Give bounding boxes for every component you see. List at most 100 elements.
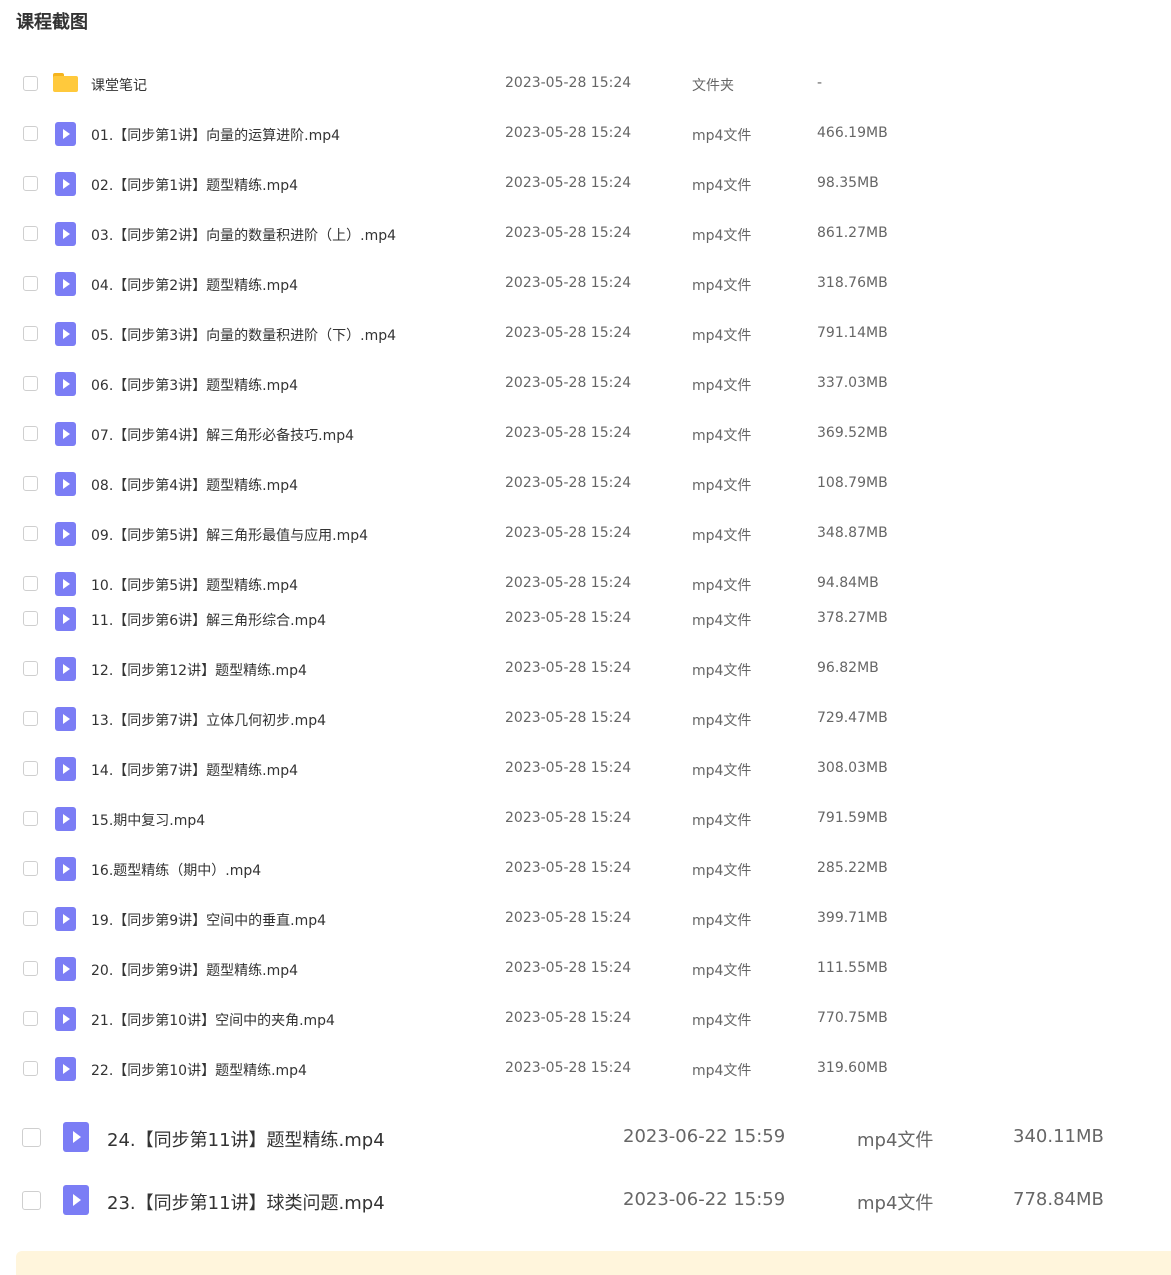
row-checkbox[interactable] [23, 661, 38, 676]
video-file-icon [53, 322, 78, 346]
file-date: 2023-05-28 15:24 [505, 375, 632, 391]
file-row[interactable]: 16.题型精练（期中）.mp4 2023-05-28 15:24 mp4文件 285.… [0, 849, 1171, 889]
file-row[interactable]: 05.【同步第3讲】向量的数量积进阶（下）.mp4 2023-05-28 15:2… [0, 314, 1171, 354]
row-checkbox[interactable] [22, 1191, 41, 1210]
file-size: 369.52MB [817, 425, 888, 441]
file-date: 2023-05-28 15:24 [505, 75, 632, 91]
file-name[interactable]: 08.【同步第4讲】题型精练.mp4 [91, 475, 298, 495]
row-checkbox[interactable] [23, 276, 38, 291]
file-name[interactable]: 01.【同步第1讲】向量的运算进阶.mp4 [91, 125, 340, 145]
file-name[interactable]: 07.【同步第4讲】解三角形必备技巧.mp4 [91, 425, 354, 445]
file-name[interactable]: 15.期中复习.mp4 [91, 810, 205, 830]
row-checkbox[interactable] [23, 861, 38, 876]
row-checkbox[interactable] [23, 526, 38, 541]
file-name[interactable]: 03.【同步第2讲】向量的数量积进阶（上）.mp4 [91, 225, 396, 245]
row-checkbox[interactable] [23, 326, 38, 341]
file-name[interactable]: 课堂笔记 [91, 75, 147, 95]
file-date: 2023-05-28 15:24 [505, 610, 632, 626]
file-name[interactable]: 16.题型精练（期中）.mp4 [91, 860, 261, 880]
row-checkbox[interactable] [23, 961, 38, 976]
file-row[interactable]: 21.【同步第10讲】空间中的夹角.mp4 2023-05-28 15:24 mp4… [0, 999, 1171, 1039]
row-checkbox[interactable] [23, 426, 38, 441]
file-name[interactable]: 13.【同步第7讲】立体几何初步.mp4 [91, 710, 326, 730]
row-checkbox[interactable] [23, 576, 38, 591]
file-row[interactable]: 02.【同步第1讲】题型精练.mp4 2023-05-28 15:24 mp4文件 9… [0, 164, 1171, 204]
file-name[interactable]: 21.【同步第10讲】空间中的夹角.mp4 [91, 1010, 335, 1030]
file-row[interactable]: 14.【同步第7讲】题型精练.mp4 2023-05-28 15:24 mp4文件 3… [0, 749, 1171, 789]
file-date: 2023-05-28 15:24 [505, 960, 632, 976]
page-title: 课程截图 [16, 12, 88, 33]
file-type: mp4文件 [857, 1193, 934, 1214]
video-file-icon [53, 272, 78, 296]
file-type: mp4文件 [692, 578, 752, 594]
file-name[interactable]: 05.【同步第3讲】向量的数量积进阶（下）.mp4 [91, 325, 396, 345]
video-file-icon [53, 857, 78, 881]
row-checkbox[interactable] [23, 76, 38, 91]
row-checkbox[interactable] [23, 911, 38, 926]
row-checkbox[interactable] [23, 1011, 38, 1026]
file-name[interactable]: 11.【同步第6讲】解三角形综合.mp4 [91, 610, 326, 630]
row-checkbox[interactable] [23, 176, 38, 191]
file-type: mp4文件 [692, 713, 752, 729]
file-row[interactable]: 20.【同步第9讲】题型精练.mp4 2023-05-28 15:24 mp4文件 1… [0, 949, 1171, 989]
file-type: mp4文件 [692, 328, 752, 344]
file-name[interactable]: 19.【同步第9讲】空间中的垂直.mp4 [91, 910, 326, 930]
file-type: mp4文件 [692, 528, 752, 544]
file-date: 2023-05-28 15:24 [505, 175, 632, 191]
file-row[interactable]: 04.【同步第2讲】题型精练.mp4 2023-05-28 15:24 mp4文件 3… [0, 264, 1171, 304]
file-row[interactable]: 24.【同步第11讲】题型精练.mp4 2023-06-22 15:59 mp4文件… [0, 1112, 1171, 1162]
file-name[interactable]: 23.【同步第11讲】球类问题.mp4 [107, 1189, 385, 1215]
video-file-icon [53, 757, 78, 781]
row-checkbox[interactable] [23, 761, 38, 776]
file-row[interactable]: 15.期中复习.mp4 2023-05-28 15:24 mp4文件 791.59MB [0, 799, 1171, 839]
file-name[interactable]: 10.【同步第5讲】题型精练.mp4 [91, 575, 298, 595]
file-date: 2023-05-28 15:24 [505, 760, 632, 776]
file-row[interactable]: 11.【同步第6讲】解三角形综合.mp4 2023-05-28 15:24 mp4文… [0, 599, 1171, 639]
row-checkbox[interactable] [23, 811, 38, 826]
file-date: 2023-05-28 15:24 [505, 1010, 632, 1026]
file-row[interactable]: 08.【同步第4讲】题型精练.mp4 2023-05-28 15:24 mp4文件 1… [0, 464, 1171, 504]
video-file-icon [53, 707, 78, 731]
file-name[interactable]: 20.【同步第9讲】题型精练.mp4 [91, 960, 298, 980]
file-name[interactable]: 04.【同步第2讲】题型精练.mp4 [91, 275, 298, 295]
row-checkbox[interactable] [22, 1128, 41, 1147]
row-checkbox[interactable] [23, 376, 38, 391]
row-checkbox[interactable] [23, 126, 38, 141]
video-file-icon [53, 422, 78, 446]
file-row[interactable]: 03.【同步第2讲】向量的数量积进阶（上）.mp4 2023-05-28 15:2… [0, 214, 1171, 254]
file-name[interactable]: 24.【同步第11讲】题型精练.mp4 [107, 1126, 385, 1152]
file-row[interactable]: 10.【同步第5讲】题型精练.mp4 2023-05-28 15:24 mp4文件 9… [0, 564, 1171, 604]
row-checkbox[interactable] [23, 711, 38, 726]
row-checkbox[interactable] [23, 226, 38, 241]
row-checkbox[interactable] [23, 1061, 38, 1076]
file-size: 791.59MB [817, 810, 888, 826]
file-name[interactable]: 06.【同步第3讲】题型精练.mp4 [91, 375, 298, 395]
file-type: mp4文件 [692, 963, 752, 979]
file-type: mp4文件 [692, 278, 752, 294]
file-row[interactable]: 23.【同步第11讲】球类问题.mp4 2023-06-22 15:59 mp4文件… [0, 1175, 1171, 1225]
file-row[interactable]: 12.【同步第12讲】题型精练.mp4 2023-05-28 15:24 mp4文件… [0, 649, 1171, 689]
file-row[interactable]: 19.【同步第9讲】空间中的垂直.mp4 2023-05-28 15:24 mp4文… [0, 899, 1171, 939]
file-size: 98.35MB [817, 175, 879, 191]
file-row[interactable]: 22.【同步第10讲】题型精练.mp4 2023-05-28 15:24 mp4文件… [0, 1049, 1171, 1089]
row-checkbox[interactable] [23, 611, 38, 626]
file-date: 2023-05-28 15:24 [505, 710, 632, 726]
row-checkbox[interactable] [23, 476, 38, 491]
file-name[interactable]: 02.【同步第1讲】题型精练.mp4 [91, 175, 298, 195]
file-name[interactable]: 09.【同步第5讲】解三角形最值与应用.mp4 [91, 525, 368, 545]
file-name[interactable]: 22.【同步第10讲】题型精练.mp4 [91, 1060, 307, 1080]
file-row[interactable]: 07.【同步第4讲】解三角形必备技巧.mp4 2023-05-28 15:24 mp… [0, 414, 1171, 454]
file-row[interactable]: 13.【同步第7讲】立体几何初步.mp4 2023-05-28 15:24 mp4文… [0, 699, 1171, 739]
file-date: 2023-05-28 15:24 [505, 525, 632, 541]
file-row[interactable]: 06.【同步第3讲】题型精练.mp4 2023-05-28 15:24 mp4文件 3… [0, 364, 1171, 404]
file-row[interactable]: 09.【同步第5讲】解三角形最值与应用.mp4 2023-05-28 15:24 m… [0, 514, 1171, 554]
file-size: 94.84MB [817, 575, 879, 591]
file-size: 111.55MB [817, 960, 888, 976]
file-name[interactable]: 14.【同步第7讲】题型精练.mp4 [91, 760, 298, 780]
file-name[interactable]: 12.【同步第12讲】题型精练.mp4 [91, 660, 307, 680]
video-file-icon [53, 1057, 78, 1081]
file-size: 378.27MB [817, 610, 888, 626]
file-row[interactable]: 01.【同步第1讲】向量的运算进阶.mp4 2023-05-28 15:24 mp4… [0, 114, 1171, 154]
video-file-icon [53, 222, 78, 246]
folder-row[interactable]: 课堂笔记 2023-05-28 15:24 文件夹 - [0, 64, 1171, 104]
